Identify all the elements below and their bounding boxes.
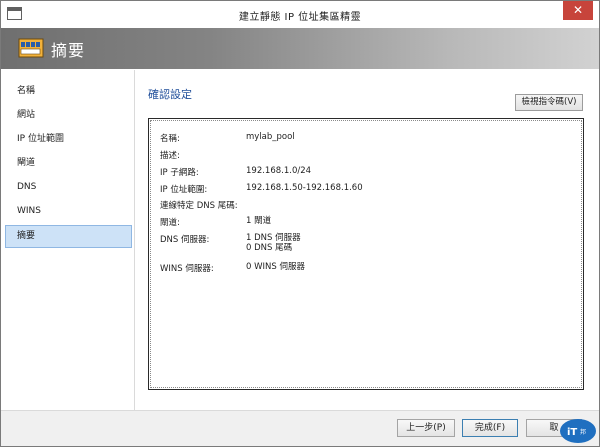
summary-value: 192.168.1.50-192.168.1.60 <box>246 183 363 193</box>
summary-key: 閘道: <box>160 218 180 228</box>
section-title: 確認設定 <box>148 88 192 101</box>
summary-value: 1 閘道 <box>246 216 272 226</box>
summary-key: IP 子網路: <box>160 168 199 178</box>
step-site[interactable]: 網站 <box>5 104 132 127</box>
window-title: 建立靜態 IP 位址集區精靈 <box>238 12 362 23</box>
summary-key: IP 位址範圍: <box>160 185 208 195</box>
view-script-button[interactable]: 檢視指令碼(V) <box>515 94 583 111</box>
svg-text:iT: iT <box>567 427 577 438</box>
summary-box: 名稱: mylab_pool 描述: IP 子網路: 192.168.1.0/2… <box>148 118 584 390</box>
step-gateway[interactable]: 閘道 <box>5 152 132 175</box>
step-name[interactable]: 名稱 <box>5 80 132 103</box>
banner-title: 摘要 <box>51 41 86 60</box>
summary-value: 1 DNS 伺服器 <box>246 233 301 243</box>
wizard-window: 建立靜態 IP 位址集區精靈 ✕ 摘要 名稱 網站 IP 位址範圍 閘道 DNS… <box>0 0 600 447</box>
step-ip-range[interactable]: IP 位址範圍 <box>5 128 132 151</box>
step-wins[interactable]: WINS <box>5 200 132 223</box>
button-bar: 上一步(P) 完成(F) 取 <box>1 410 599 446</box>
summary-key: 名稱: <box>160 134 180 144</box>
svg-text:邦: 邦 <box>580 428 586 436</box>
summary-key: WINS 伺服器: <box>160 264 214 274</box>
step-dns[interactable]: DNS <box>5 176 132 199</box>
summary-key: 連線特定 DNS 尾碼: <box>160 201 238 211</box>
close-button[interactable]: ✕ <box>563 1 593 20</box>
summary-key: DNS 伺服器: <box>160 235 210 245</box>
summary-value-secondary: 0 DNS 尾碼 <box>246 243 293 253</box>
previous-button[interactable]: 上一步(P) <box>397 419 455 437</box>
wizard-steps: 名稱 網站 IP 位址範圍 閘道 DNS WINS 摘要 <box>1 70 135 410</box>
summary-value: 0 WINS 伺服器 <box>246 262 305 272</box>
summary-key: 描述: <box>160 151 180 161</box>
step-summary[interactable]: 摘要 <box>5 225 132 248</box>
main-panel: 確認設定 檢視指令碼(V) 名稱: mylab_pool 描述: IP 子網路:… <box>136 70 599 410</box>
summary-value: 192.168.1.0/24 <box>246 166 312 176</box>
finish-button[interactable]: 完成(F) <box>462 419 518 437</box>
summary-value: mylab_pool <box>246 132 295 142</box>
page-banner: 摘要 <box>1 28 599 69</box>
title-bar: 建立靜態 IP 位址集區精靈 ✕ <box>1 1 599 28</box>
ithome-logo: iT 邦 <box>560 419 596 443</box>
ip-pool-icon <box>18 38 44 58</box>
